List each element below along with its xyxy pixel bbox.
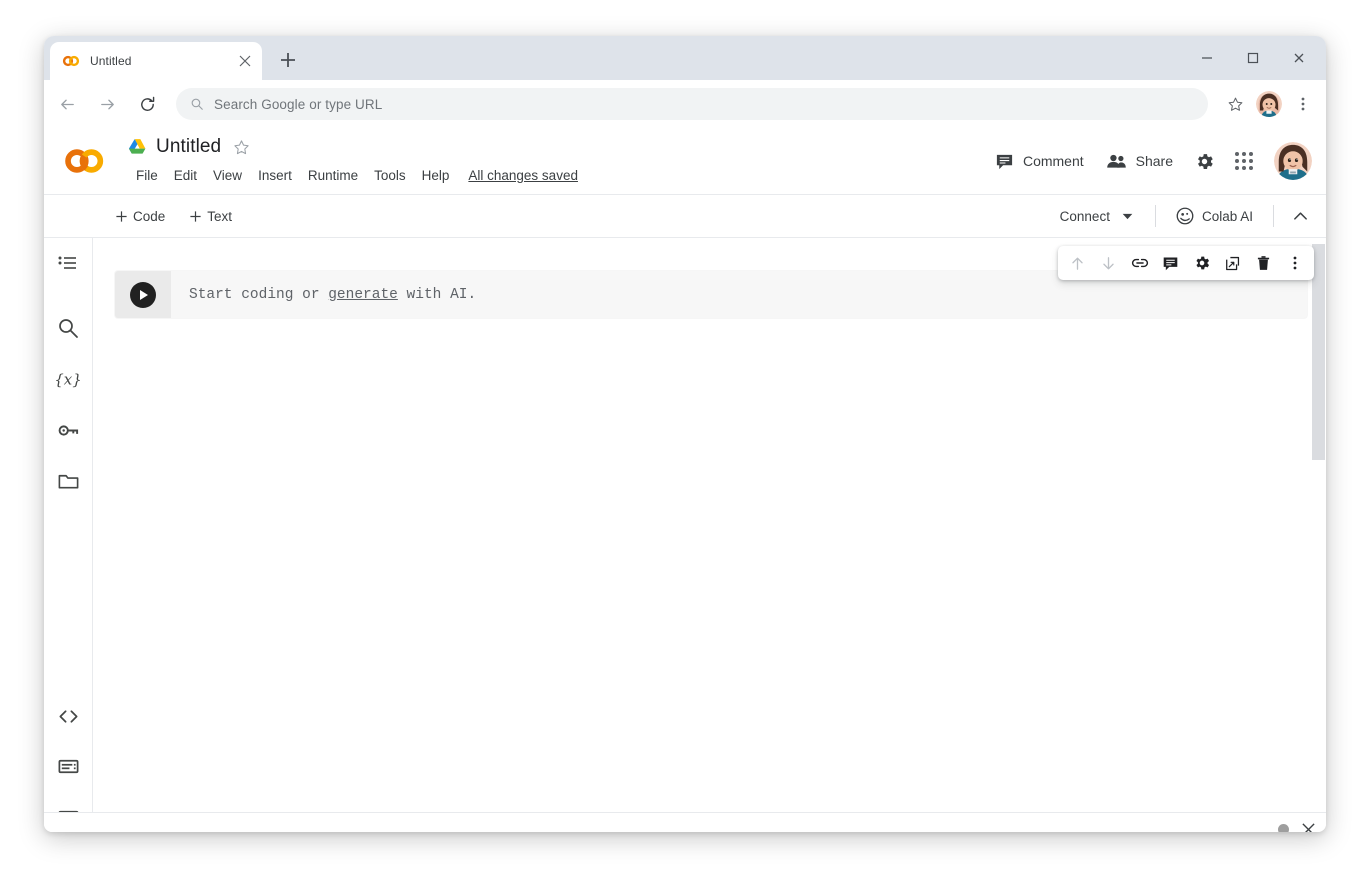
move-cell-up-button[interactable]	[1062, 248, 1093, 278]
search-icon	[190, 97, 204, 111]
collapse-toolbar-button[interactable]	[1284, 200, 1316, 232]
comment-label: Comment	[1023, 153, 1084, 169]
svg-text:{x}: {x}	[56, 371, 80, 389]
account-avatar[interactable]	[1274, 142, 1312, 180]
window-maximize-button[interactable]	[1230, 36, 1276, 80]
connect-button[interactable]: Connect	[1048, 203, 1145, 230]
menu-insert[interactable]: Insert	[250, 166, 300, 185]
more-cell-actions-button[interactable]	[1279, 248, 1310, 278]
colab-statusbar	[44, 812, 1326, 832]
star-outline-icon[interactable]	[233, 139, 250, 156]
add-cell-group: Code Text	[106, 204, 241, 229]
placeholder-prefix: Start coding or	[189, 287, 328, 303]
notebook-body: {x}	[44, 238, 1326, 812]
address-bar[interactable]: Search Google or type URL	[176, 88, 1208, 120]
add-code-label: Code	[133, 209, 165, 224]
sidebar-item-secrets[interactable]	[52, 414, 84, 446]
link-to-cell-button[interactable]	[1124, 248, 1155, 278]
colab-menubar: File Edit View Insert Runtime Tools Help…	[128, 166, 578, 185]
new-tab-button[interactable]	[273, 45, 303, 75]
sidebar-item-table-of-contents[interactable]	[52, 248, 84, 280]
code-cell-gutter	[115, 271, 171, 318]
window-controls	[1184, 36, 1322, 80]
sidebar-item-command-palette[interactable]	[52, 750, 84, 782]
colab-ai-button[interactable]: Colab AI	[1166, 201, 1263, 231]
colab-header-actions: Comment Share	[984, 128, 1312, 194]
cell-settings-button[interactable]	[1186, 248, 1217, 278]
browser-window: Untitled	[44, 36, 1326, 832]
notebook-title-row: Untitled	[128, 136, 250, 158]
add-text-label: Text	[207, 209, 232, 224]
window-minimize-button[interactable]	[1184, 36, 1230, 80]
plus-icon	[115, 210, 128, 223]
apps-grid-dots	[1235, 152, 1253, 170]
sidebar-item-find-and-replace[interactable]	[52, 312, 84, 344]
save-status[interactable]: All changes saved	[468, 168, 578, 183]
tab-close-icon[interactable]	[236, 52, 254, 70]
menu-file[interactable]: File	[128, 166, 166, 185]
browser-tab[interactable]: Untitled	[50, 42, 262, 80]
colab-co-icon	[62, 52, 80, 70]
runtime-controls: Connect Colab AI	[1048, 200, 1316, 232]
profile-avatar[interactable]	[1252, 87, 1286, 121]
notebook-canvas: Start coding or generate with AI.	[93, 238, 1326, 812]
delete-cell-button[interactable]	[1248, 248, 1279, 278]
browser-tabstrip: Untitled	[44, 36, 1326, 80]
comment-icon	[995, 152, 1014, 171]
cell-action-toolbar	[1058, 246, 1314, 280]
back-arrow-icon[interactable]	[50, 87, 84, 121]
plus-icon	[189, 210, 202, 223]
add-text-cell-button[interactable]: Text	[180, 204, 241, 229]
toolbar-divider	[1155, 205, 1156, 227]
colab-logo[interactable]	[64, 146, 106, 176]
colab-sidebar: {x}	[44, 238, 93, 812]
comment-button[interactable]: Comment	[984, 145, 1095, 178]
statusbar-actions	[1278, 813, 1316, 832]
share-button[interactable]: Share	[1095, 145, 1184, 178]
mirror-cell-in-tab-button[interactable]	[1217, 248, 1248, 278]
notebook-toolbar: Code Text Connect	[44, 195, 1326, 238]
toolbar-divider	[1273, 205, 1274, 227]
generate-with-ai-link[interactable]: generate	[328, 287, 398, 303]
window-close-button[interactable]	[1276, 36, 1322, 80]
menu-edit[interactable]: Edit	[166, 166, 205, 185]
notebook-scrollbar[interactable]	[1312, 242, 1325, 808]
sidebar-item-code-snippets[interactable]	[52, 700, 84, 732]
add-code-cell-button[interactable]: Code	[106, 204, 174, 229]
scrollbar-thumb[interactable]	[1312, 244, 1325, 460]
status-indicator-dot	[1278, 824, 1289, 833]
placeholder-suffix: with AI.	[398, 287, 476, 303]
statusbar-close-button[interactable]	[1301, 822, 1316, 833]
notebook-title[interactable]: Untitled	[156, 136, 221, 158]
browser-toolbar-actions	[1218, 87, 1326, 121]
colab-ai-label: Colab AI	[1202, 209, 1253, 224]
browser-toolbar: Search Google or type URL	[44, 80, 1326, 128]
run-cell-button[interactable]	[130, 282, 156, 308]
settings-button[interactable]	[1184, 141, 1224, 181]
colab-header: Untitled File Edit View Insert Runtime T…	[44, 128, 1326, 195]
code-cell-placeholder[interactable]: Start coding or generate with AI.	[171, 287, 476, 303]
menu-runtime[interactable]: Runtime	[300, 166, 366, 185]
colab-ai-face-icon	[1176, 207, 1194, 225]
menu-tools[interactable]: Tools	[366, 166, 414, 185]
bookmark-star-icon[interactable]	[1218, 87, 1252, 121]
apps-grid-icon[interactable]	[1224, 141, 1264, 181]
forward-arrow-icon[interactable]	[90, 87, 124, 121]
browser-tab-title: Untitled	[90, 54, 236, 68]
google-drive-icon	[128, 138, 147, 156]
menu-help[interactable]: Help	[414, 166, 458, 185]
connect-label: Connect	[1060, 209, 1110, 224]
address-bar-placeholder: Search Google or type URL	[214, 97, 382, 112]
share-label: Share	[1136, 153, 1173, 169]
menu-view[interactable]: View	[205, 166, 250, 185]
caret-down-icon	[1122, 213, 1133, 220]
add-comment-button[interactable]	[1155, 248, 1186, 278]
reload-icon[interactable]	[130, 87, 164, 121]
move-cell-down-button[interactable]	[1093, 248, 1124, 278]
play-icon	[140, 290, 148, 300]
people-icon	[1106, 152, 1127, 171]
browser-menu-icon[interactable]	[1286, 87, 1320, 121]
sidebar-item-files[interactable]	[52, 465, 84, 497]
sidebar-item-variables[interactable]: {x}	[52, 363, 84, 395]
